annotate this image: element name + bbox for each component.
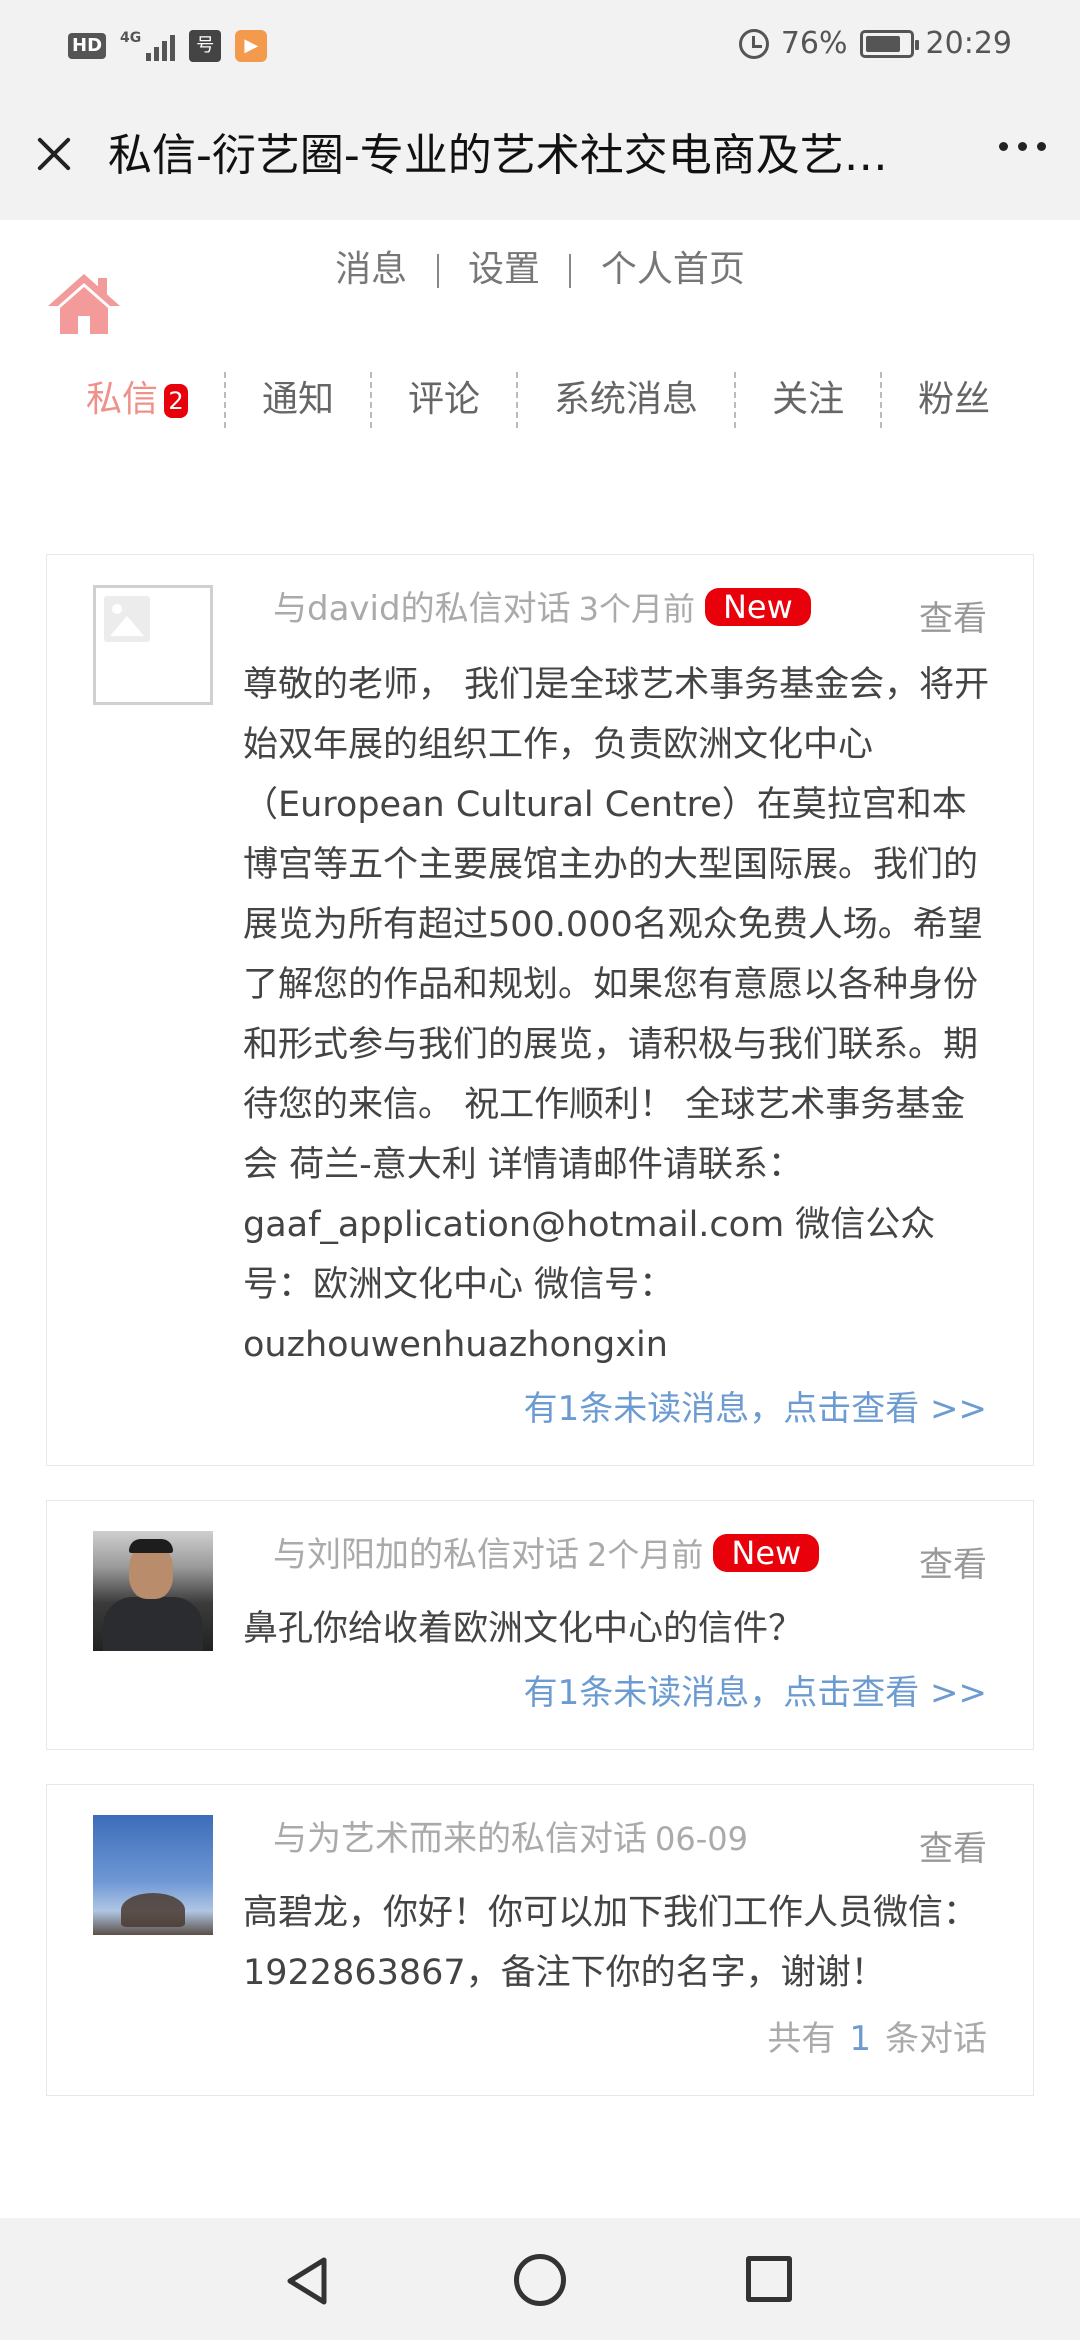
battery-percent: 76%	[780, 26, 848, 61]
view-link[interactable]: 查看	[919, 591, 987, 640]
divider	[569, 254, 572, 288]
conversation-count[interactable]: 共有 1 条对话	[767, 2011, 987, 2060]
home-nav-icon[interactable]	[514, 2254, 566, 2306]
network-type: 4G	[120, 30, 142, 46]
unread-messages-link[interactable]: 有1条未读消息，点击查看 >>	[524, 1381, 987, 1430]
video-app-icon: ▶	[235, 30, 268, 62]
conversation-header: 与为艺术而来的私信对话 06-09	[273, 1811, 748, 1860]
status-bar-left: HD 4G 号 ▶	[68, 30, 268, 62]
count-number: 1	[849, 2019, 871, 2059]
conversation-title: 与刘阳加的私信对话	[273, 1535, 579, 1575]
count-prefix: 共有	[767, 2019, 836, 2059]
signal-icon: 4G	[120, 30, 176, 61]
new-badge: New	[704, 588, 811, 626]
tab-label: 私信	[86, 379, 159, 420]
message-card: 与david的私信对话 3个月前 New 查看 尊敬的老师， 我们是全球艺术事务基金…	[46, 554, 1034, 1466]
tab-private-messages[interactable]: 私信 2	[60, 372, 227, 428]
title-bar: 私信-衍艺圈-专业的艺术社交电商及艺…	[0, 92, 1080, 220]
avatar[interactable]	[93, 1815, 213, 1935]
clock: 20:29	[925, 26, 1012, 61]
close-icon[interactable]	[28, 128, 80, 180]
conversation-title: 与为艺术而来的私信对话	[273, 1819, 647, 1859]
unread-count-badge: 2	[164, 384, 189, 418]
messages-link[interactable]: 消息	[335, 249, 407, 290]
message-time: 06-09	[655, 1820, 748, 1858]
tab-comments[interactable]: 评论	[372, 372, 519, 428]
battery-icon	[859, 29, 919, 58]
recent-apps-icon[interactable]	[746, 2256, 792, 2302]
tab-notifications[interactable]: 通知	[226, 372, 373, 428]
avatar[interactable]	[93, 585, 213, 705]
hd-indicator: HD	[68, 33, 107, 59]
avatar[interactable]	[93, 1531, 213, 1651]
view-link[interactable]: 查看	[919, 1821, 987, 1870]
alarm-icon	[738, 28, 769, 59]
message-card: 与为艺术而来的私信对话 06-09 查看 高碧龙，你好！你可以加下我们工作人员微信…	[46, 1784, 1034, 2096]
homepage-link[interactable]: 个人首页	[601, 249, 745, 290]
status-bar-right: 76% 20:29	[738, 26, 1012, 61]
message-body: 鼻孔你给收着欧洲文化中心的信件？	[243, 1609, 804, 1649]
back-icon[interactable]	[284, 2256, 334, 2306]
message-time: 2个月前	[587, 1536, 704, 1574]
system-nav-bar	[0, 2218, 1080, 2340]
conversation-header: 与刘阳加的私信对话 2个月前 New	[273, 1527, 820, 1576]
conversation-header: 与david的私信对话 3个月前 New	[273, 581, 811, 630]
status-bar: HD 4G 号 ▶ 76% 20:29	[0, 0, 1080, 92]
message-tabs: 私信 2 通知 评论 系统消息 关注 粉丝	[60, 372, 1026, 428]
message-card: 与刘阳加的私信对话 2个月前 New 查看 鼻孔你给收着欧洲文化中心的信件？ 有1条…	[46, 1500, 1034, 1750]
message-body: 高碧龙，你好！你可以加下我们工作人员微信：1922863867，备注下你的名字，…	[243, 1893, 979, 1993]
image-placeholder-icon	[104, 596, 150, 642]
tab-system-messages[interactable]: 系统消息	[518, 372, 737, 428]
count-suffix: 条对话	[885, 2019, 987, 2059]
unread-messages-link[interactable]: 有1条未读消息，点击查看 >>	[524, 1665, 987, 1714]
more-options-icon[interactable]	[999, 142, 1046, 151]
conversation-title: 与david的私信对话	[273, 589, 571, 629]
news-app-icon: 号	[189, 30, 222, 62]
page-title: 私信-衍艺圈-专业的艺术社交电商及艺…	[108, 130, 888, 181]
view-link[interactable]: 查看	[919, 1537, 987, 1586]
tab-followers[interactable]: 粉丝	[882, 372, 1026, 428]
settings-link[interactable]: 设置	[468, 249, 540, 290]
divider	[436, 254, 439, 288]
top-links: 消息 设置 个人首页	[0, 240, 1080, 292]
message-body: 尊敬的老师， 我们是全球艺术事务基金会，将开始双年展的组织工作，负责欧洲文化中心…	[243, 665, 990, 1365]
message-time: 3个月前	[578, 590, 695, 628]
tab-following[interactable]: 关注	[736, 372, 883, 428]
new-badge: New	[713, 1534, 820, 1572]
